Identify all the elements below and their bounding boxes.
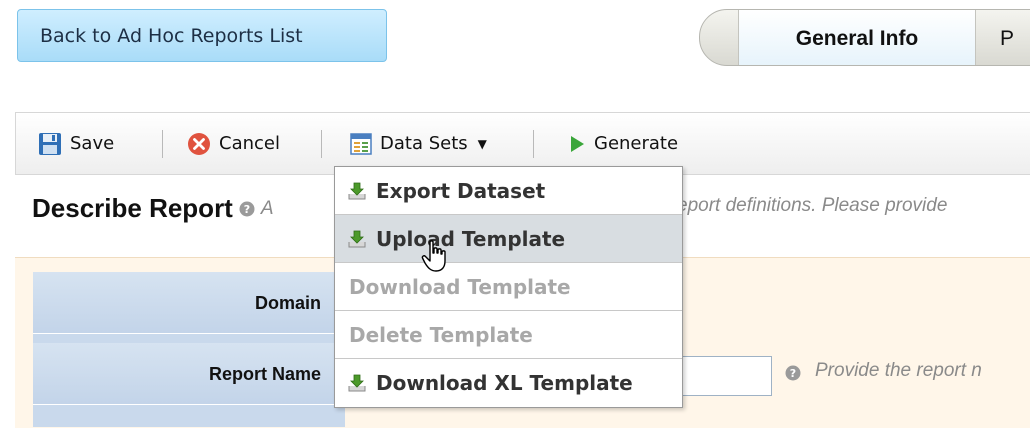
table-icon bbox=[350, 132, 372, 155]
download-icon bbox=[347, 373, 367, 393]
tab-bar: General Info P bbox=[699, 9, 1030, 66]
tab-general-info[interactable]: General Info bbox=[738, 10, 976, 65]
report-name-input[interactable] bbox=[680, 356, 772, 396]
generate-button[interactable]: Generate bbox=[568, 113, 678, 174]
domain-label: Domain bbox=[254, 292, 321, 313]
toolbar-divider bbox=[321, 130, 322, 158]
menu-item-label: Download Template bbox=[349, 274, 571, 299]
svg-text:?: ? bbox=[790, 367, 796, 380]
menu-item-label: Download XL Template bbox=[376, 371, 633, 395]
generate-label: Generate bbox=[594, 133, 679, 154]
help-icon[interactable]: ? bbox=[785, 365, 801, 381]
section-header: Describe Report ? A bbox=[32, 193, 274, 224]
cancel-button[interactable]: Cancel bbox=[187, 113, 280, 174]
floppy-disk-icon bbox=[38, 132, 62, 156]
save-button[interactable]: Save bbox=[38, 113, 114, 174]
chevron-down-icon: ▼ bbox=[477, 136, 487, 151]
form-row-domain: Domain bbox=[33, 272, 345, 334]
help-icon[interactable]: ? bbox=[239, 201, 255, 217]
menu-item-delete-template[interactable]: Delete Template bbox=[335, 311, 682, 359]
menu-item-label: Upload Template bbox=[376, 226, 566, 251]
download-icon bbox=[347, 181, 367, 201]
menu-item-label: Export Dataset bbox=[376, 178, 546, 203]
menu-item-upload-template[interactable]: Upload Template bbox=[335, 215, 682, 263]
form-row-report-name: Report Name bbox=[33, 343, 345, 405]
toolbar-divider bbox=[162, 130, 163, 158]
hand-cursor-icon bbox=[421, 239, 449, 277]
help-text-prefix: A bbox=[260, 197, 274, 219]
data-sets-label: Data Sets bbox=[380, 133, 468, 154]
menu-item-label: Delete Template bbox=[349, 322, 533, 347]
menu-item-export-dataset[interactable]: Export Dataset bbox=[335, 167, 682, 215]
back-to-reports-button[interactable]: Back to Ad Hoc Reports List bbox=[17, 9, 387, 62]
data-sets-button[interactable]: Data Sets ▼ bbox=[350, 113, 487, 174]
page-title: Describe Report bbox=[32, 193, 233, 223]
menu-item-download-xl-template[interactable]: Download XL Template bbox=[335, 359, 682, 407]
cancel-x-icon bbox=[187, 132, 211, 156]
svg-text:?: ? bbox=[244, 203, 250, 216]
tab-next[interactable]: P bbox=[1000, 10, 1014, 65]
play-icon bbox=[568, 134, 586, 154]
report-name-label: Report Name bbox=[208, 363, 321, 384]
report-name-help-text: Provide the report n bbox=[815, 360, 982, 381]
menu-item-download-template[interactable]: Download Template bbox=[335, 263, 682, 311]
cancel-label: Cancel bbox=[219, 133, 280, 154]
download-icon bbox=[347, 229, 367, 249]
save-label: Save bbox=[70, 133, 115, 154]
toolbar-divider bbox=[533, 130, 534, 158]
data-sets-menu: Export Dataset Upload Template Download … bbox=[334, 166, 683, 408]
section-help-text: eport definitions. Please provide bbox=[677, 195, 948, 216]
